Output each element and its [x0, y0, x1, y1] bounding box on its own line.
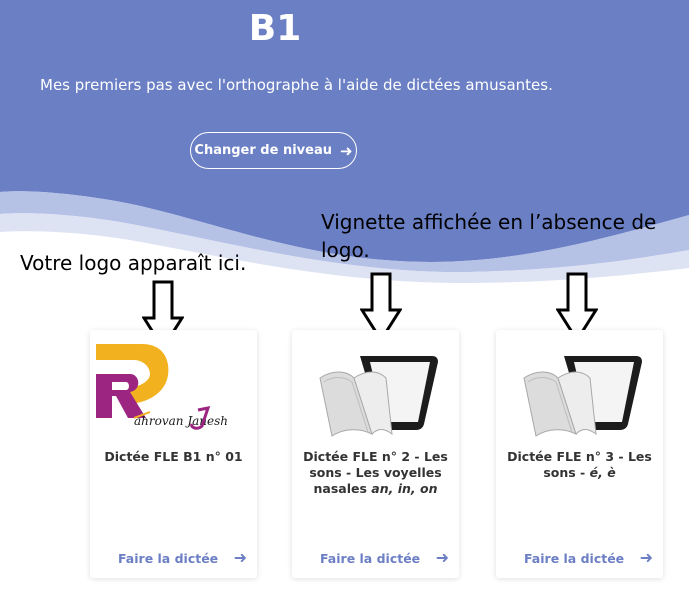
start-dictation-link[interactable]: Faire la dictée: [320, 551, 420, 566]
tablet-book-icon: [523, 356, 642, 437]
card-title: Dictée FLE n° 2 - Les sons - Les voyelle…: [300, 449, 451, 497]
dictation-card[interactable]: Dictée FLE n° 2 - Les sons - Les voyelle…: [292, 330, 459, 578]
card-thumbnail: [496, 330, 663, 440]
logo-text: ahrovan Janesh: [134, 414, 228, 428]
change-level-label: Changer de niveau: [194, 143, 332, 158]
dictation-card[interactable]: ahrovan Janesh Dictée FLE B1 n° 01 Faire…: [90, 330, 257, 578]
rahrovan-janesh-logo: ahrovan Janesh: [96, 344, 228, 430]
level-subtitle: Mes premiers pas avec l'orthographe à l'…: [40, 76, 553, 94]
change-level-button[interactable]: Changer de niveau ➜: [190, 132, 357, 169]
dictation-card[interactable]: Dictée FLE n° 3 - Les sons - é, è Faire …: [496, 330, 663, 578]
card-title: Dictée FLE n° 3 - Les sons - é, è: [504, 449, 655, 481]
card-thumbnail: [292, 330, 459, 440]
arrow-right-icon[interactable]: ➜: [640, 548, 653, 568]
annotation-default-thumbnail: Vignette affichée en l’absence de logo.: [321, 210, 657, 262]
level-title: B1: [248, 8, 302, 49]
start-dictation-link[interactable]: Faire la dictée: [118, 551, 218, 566]
card-title-italic: é, è: [589, 465, 616, 480]
card-title-text: Dictée FLE n° 3 - Les sons -: [507, 449, 652, 480]
card-title-italic: an, in, on: [371, 481, 438, 496]
arrow-right-icon: ➜: [339, 141, 353, 160]
arrow-right-icon[interactable]: ➜: [436, 548, 449, 568]
card-title: Dictée FLE B1 n° 01: [104, 449, 243, 464]
annotation-logo-here: Votre logo apparaît ici.: [20, 251, 247, 275]
arrow-right-icon[interactable]: ➜: [234, 548, 247, 568]
tablet-book-icon: [319, 356, 438, 437]
start-dictation-link[interactable]: Faire la dictée: [524, 551, 624, 566]
card-logo: ahrovan Janesh: [90, 330, 257, 440]
